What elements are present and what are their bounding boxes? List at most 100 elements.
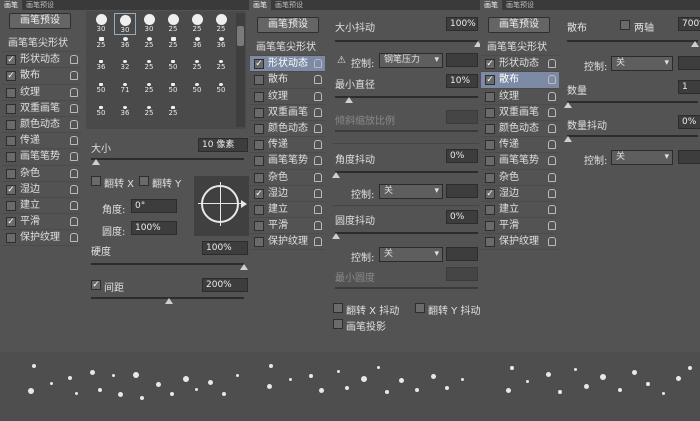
settings-item[interactable]: 保护纹理 [250, 234, 325, 251]
flip-x-checkbox[interactable] [91, 176, 101, 186]
brush-tip-preset[interactable]: 25 [186, 13, 208, 35]
lock-icon[interactable] [314, 204, 322, 214]
hardness-input[interactable]: 100% [202, 241, 248, 255]
lock-icon[interactable] [314, 140, 322, 150]
brush-tip-preset[interactable]: 50 [90, 82, 112, 104]
settings-item-checkbox[interactable]: ✓ [254, 59, 264, 70]
lock-icon[interactable] [548, 75, 556, 85]
settings-item-checkbox[interactable] [254, 91, 264, 102]
settings-item-checkbox[interactable] [485, 221, 495, 232]
brush-tip-preset[interactable]: 25 [162, 105, 184, 127]
settings-item[interactable]: 杂色 [250, 170, 325, 186]
settings-item[interactable]: ✓ 形状动态 [250, 56, 325, 73]
brush-tip-preset[interactable]: 36 [90, 59, 112, 81]
settings-item-checkbox[interactable]: ✓ [6, 184, 16, 195]
settings-item[interactable]: 纹理 [481, 89, 559, 105]
settings-item-checkbox[interactable] [254, 237, 264, 248]
settings-item[interactable]: 颜色动态 [2, 117, 81, 134]
settings-item-checkbox[interactable] [485, 91, 495, 102]
lock-icon[interactable] [314, 75, 322, 85]
settings-item-checkbox[interactable]: ✓ [6, 71, 16, 82]
settings-item[interactable]: 建立 [2, 198, 81, 215]
angle-jitter-slider-track[interactable] [335, 171, 478, 173]
settings-item[interactable]: 画笔笔势 [250, 153, 325, 170]
size-slider-knob[interactable] [92, 159, 100, 165]
min-diameter-slider-track[interactable] [335, 96, 478, 98]
brush-presets-button[interactable]: 画笔预设 [488, 17, 550, 33]
brush-tip-preset[interactable]: 71 [114, 82, 136, 104]
lock-icon[interactable] [314, 59, 322, 69]
lock-icon[interactable] [314, 188, 322, 198]
settings-item-checkbox[interactable] [485, 237, 495, 248]
brush-tip-grid[interactable]: 30 30 30 25 25 25 25 36 25 25 36 36 36 32 25 50 25 25 50 71… [86, 11, 246, 129]
lock-icon[interactable] [70, 217, 78, 227]
settings-item-checkbox[interactable] [6, 103, 16, 114]
control-angle-value[interactable] [446, 184, 478, 198]
brush-tip-preset[interactable]: 25 [138, 59, 160, 81]
scatter-input[interactable]: 700% [678, 17, 700, 31]
brush-tip-preset[interactable]: 25 [210, 59, 232, 81]
hardness-slider-track[interactable] [91, 263, 244, 265]
scatter-slider-knob[interactable] [691, 41, 699, 47]
settings-item[interactable]: 散布 [250, 72, 325, 89]
lock-icon[interactable] [70, 152, 78, 162]
settings-item[interactable]: 保护纹理 [481, 234, 559, 251]
lock-icon[interactable] [548, 59, 556, 69]
count-slider-track[interactable] [567, 101, 698, 103]
settings-item-checkbox[interactable] [485, 204, 495, 215]
settings-item[interactable]: 保护纹理 [2, 230, 81, 247]
brush-tip-preset[interactable]: 25 [138, 105, 160, 127]
settings-item[interactable]: ✓ 散布 [2, 68, 81, 85]
settings-item[interactable]: 平滑 [481, 218, 559, 235]
settings-item-checkbox[interactable] [6, 168, 16, 179]
lock-icon[interactable] [70, 233, 78, 243]
settings-item[interactable]: ✓ 形状动态 [481, 56, 559, 73]
brush-tip-preset[interactable]: 25 [138, 82, 160, 104]
grid-scrollbar[interactable] [236, 13, 245, 127]
tab-brush-presets[interactable]: 画笔预设 [502, 0, 538, 10]
lock-icon[interactable] [314, 172, 322, 182]
brush-tip-preset[interactable]: 30 [114, 13, 136, 35]
lock-icon[interactable] [70, 168, 78, 178]
lock-icon[interactable] [548, 172, 556, 182]
settings-item-checkbox[interactable] [254, 204, 264, 215]
angle-input[interactable]: 0° [131, 199, 177, 213]
tab-brush[interactable]: 画笔 [480, 0, 502, 10]
settings-item-checkbox[interactable] [485, 123, 495, 134]
settings-item[interactable]: ✓ 散布 [481, 72, 559, 89]
flip-y-jitter-checkbox[interactable] [415, 303, 425, 313]
settings-item-checkbox[interactable] [254, 75, 264, 86]
count-slider-knob[interactable] [564, 102, 572, 108]
brush-tip-preset[interactable]: 50 [210, 82, 232, 104]
settings-item-checkbox[interactable]: ✓ [485, 59, 495, 70]
size-slider-track[interactable] [91, 158, 244, 160]
settings-item-checkbox[interactable] [6, 233, 16, 244]
settings-item[interactable]: 画笔笔尖形状 [2, 36, 81, 53]
spacing-slider-knob[interactable] [165, 298, 173, 304]
lock-icon[interactable] [548, 188, 556, 198]
spacing-checkbox[interactable]: ✓ [91, 280, 101, 290]
lock-icon[interactable] [314, 221, 322, 231]
lock-icon[interactable] [548, 156, 556, 166]
lock-icon[interactable] [70, 184, 78, 194]
angle-jitter-input[interactable]: 0% [446, 149, 478, 163]
lock-icon[interactable] [548, 107, 556, 117]
settings-item-checkbox[interactable] [485, 140, 495, 151]
lock-icon[interactable] [70, 87, 78, 97]
settings-item[interactable]: 建立 [481, 202, 559, 219]
roundness-jitter-slider-track[interactable] [335, 232, 478, 234]
size-jitter-input[interactable]: 100% [446, 17, 478, 31]
brush-tip-preset[interactable]: 25 [162, 36, 184, 58]
settings-item[interactable]: 杂色 [2, 166, 81, 182]
lock-icon[interactable] [314, 156, 322, 166]
roundness-jitter-slider-knob[interactable] [332, 233, 340, 239]
lock-icon[interactable] [314, 237, 322, 247]
settings-item-checkbox[interactable]: ✓ [254, 188, 264, 199]
settings-item-checkbox[interactable] [254, 221, 264, 232]
settings-item-checkbox[interactable] [485, 156, 495, 167]
settings-item-checkbox[interactable] [254, 107, 264, 118]
settings-item[interactable]: 双重画笔 [2, 101, 81, 117]
settings-item[interactable]: ✓ 形状动态 [2, 52, 81, 69]
brush-tip-preset[interactable]: 25 [90, 36, 112, 58]
settings-item-checkbox[interactable] [485, 172, 495, 183]
